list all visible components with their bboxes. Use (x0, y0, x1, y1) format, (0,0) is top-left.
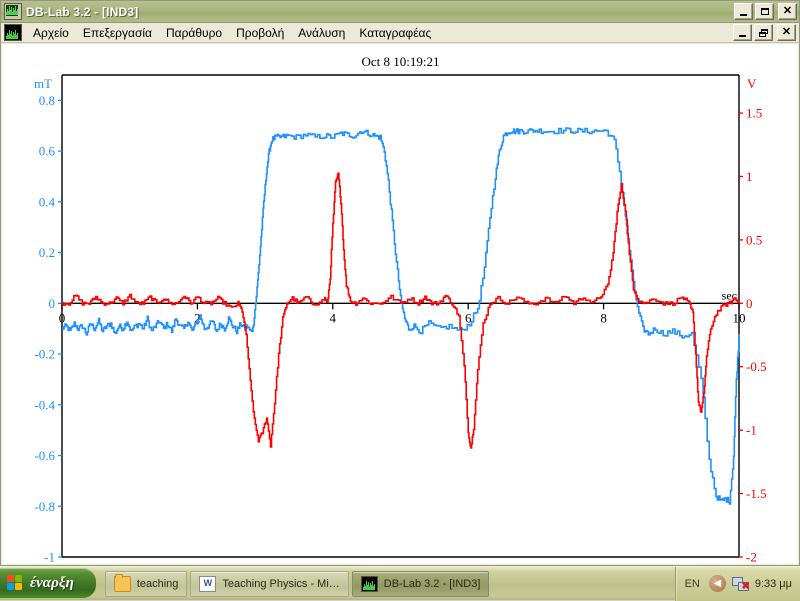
svg-text:-1.5: -1.5 (746, 486, 767, 501)
application-window: DB-Lab 3.2 - [IND3] ✕ Αρχείο Επεξεργασία… (0, 0, 800, 566)
mdi-client-area: Oct 8 10:19:21 mT 0.8 0.6 0.4 0.2 0 -0.2 -0.4 -0.… (2, 44, 798, 564)
svg-text:-0.2: -0.2 (34, 347, 55, 362)
svg-text:0.6: 0.6 (39, 144, 56, 159)
mdi-child-controls: ✕ (733, 24, 797, 41)
series-magnetic-field (62, 127, 740, 505)
taskbar-clock[interactable]: 9:33 μμ (755, 578, 792, 590)
svg-text:0.8: 0.8 (39, 93, 55, 108)
minimize-icon (739, 34, 746, 37)
svg-text:-0.6: -0.6 (34, 448, 55, 463)
svg-text:10: 10 (733, 310, 746, 325)
svg-text:8: 8 (600, 310, 607, 325)
network-disconnected-icon[interactable]: ✖ (731, 576, 750, 592)
svg-text:0: 0 (49, 296, 56, 311)
language-indicator[interactable]: EN (682, 578, 703, 590)
svg-text:-1: -1 (746, 423, 757, 438)
menu-window[interactable]: Παράθυρο (159, 24, 229, 42)
menu-edit[interactable]: Επεξεργασία (76, 24, 159, 42)
mdi-restore-button[interactable] (754, 24, 773, 41)
start-button-label: έναρξη (30, 574, 74, 591)
window-title: DB-Lab 3.2 - [IND3] (26, 4, 139, 19)
close-button[interactable]: ✕ (778, 3, 797, 20)
taskbar-item-word[interactable]: Teaching Physics - Mi… (190, 570, 349, 597)
folder-icon (113, 573, 131, 592)
taskbar-item-dblab[interactable]: DB-Lab 3.2 - [IND3] (351, 570, 490, 597)
svg-text:1: 1 (746, 169, 753, 184)
restore-icon (759, 28, 768, 37)
svg-text:mT: mT (34, 76, 52, 91)
mdi-minimize-button[interactable] (733, 24, 752, 41)
start-button[interactable]: έναρξη (0, 568, 96, 598)
word-document-icon (199, 575, 217, 592)
close-icon: ✕ (781, 26, 792, 38)
title-bar: DB-Lab 3.2 - [IND3] ✕ (1, 1, 799, 23)
svg-text:4: 4 (330, 310, 337, 325)
svg-text:0: 0 (59, 310, 66, 325)
system-tray: EN ◀ ✖ 9:33 μμ (674, 566, 800, 601)
show-hidden-icons-arrow-icon[interactable]: ◀ (708, 575, 726, 592)
minimize-button[interactable] (734, 3, 753, 20)
app-waveform-icon (360, 575, 378, 592)
oscilloscope-chart[interactable]: Oct 8 10:19:21 mT 0.8 0.6 0.4 0.2 0 -0.2 -0.4 -0.… (2, 44, 798, 564)
taskbar: έναρξη teaching Teaching Physics - Mi… D… (0, 566, 800, 601)
svg-text:-0.8: -0.8 (34, 499, 55, 514)
windows-flag-icon (7, 575, 24, 591)
svg-text:sec: sec (722, 288, 737, 302)
chart-title: Oct 8 10:19:21 (362, 54, 440, 69)
svg-text:0: 0 (746, 296, 753, 311)
svg-text:0.4: 0.4 (39, 194, 56, 209)
svg-text:-0.4: -0.4 (34, 397, 55, 412)
svg-text:-1: -1 (44, 550, 55, 565)
svg-text:0.5: 0.5 (746, 232, 762, 247)
maximize-button[interactable] (755, 3, 774, 20)
taskbar-item-teaching[interactable]: teaching (104, 570, 188, 597)
maximize-icon (760, 8, 769, 15)
menu-file[interactable]: Αρχείο (26, 24, 76, 42)
series-induced-voltage (62, 172, 740, 449)
taskbar-item-label: DB-Lab 3.2 - [IND3] (383, 577, 481, 590)
svg-text:1.5: 1.5 (746, 106, 762, 121)
window-controls: ✕ (734, 3, 797, 20)
mdi-close-button[interactable]: ✕ (777, 24, 796, 41)
menu-bar: Αρχείο Επεξεργασία Παράθυρο Προβολή Ανάλ… (1, 23, 799, 43)
taskbar-window-list: teaching Teaching Physics - Mi… DB-Lab 3… (104, 570, 675, 597)
close-icon: ✕ (782, 5, 793, 17)
screen: DB-Lab 3.2 - [IND3] ✕ Αρχείο Επεξεργασία… (0, 0, 800, 601)
svg-text:0.2: 0.2 (39, 245, 55, 260)
svg-text:V: V (747, 76, 757, 91)
taskbar-item-label: teaching (136, 577, 179, 590)
menu-view[interactable]: Προβολή (229, 24, 291, 42)
app-waveform-icon (4, 24, 22, 41)
app-waveform-icon (4, 3, 22, 20)
plot-frame (61, 74, 740, 558)
taskbar-item-label: Teaching Physics - Mi… (222, 577, 340, 590)
menu-item-list: Αρχείο Επεξεργασία Παράθυρο Προβολή Ανάλ… (26, 24, 733, 42)
minimize-icon (740, 13, 747, 16)
svg-text:-2: -2 (746, 550, 757, 565)
menu-recorder[interactable]: Καταγραφέας (352, 24, 438, 42)
menu-analysis[interactable]: Ανάλυση (291, 24, 352, 42)
svg-text:-0.5: -0.5 (746, 359, 767, 374)
chart-panel[interactable]: Oct 8 10:19:21 mT 0.8 0.6 0.4 0.2 0 -0.2 -0.4 -0.… (2, 44, 798, 564)
